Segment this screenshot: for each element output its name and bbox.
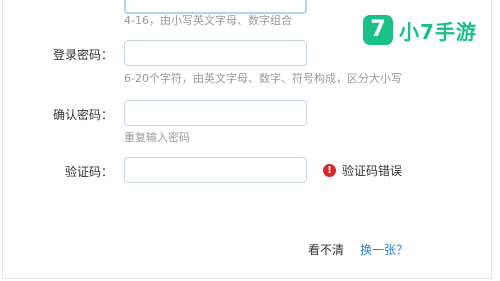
- captcha-label: 验证码：: [64, 165, 113, 179]
- password-hint: 6-20个字符，由英文字母、数字、符号构成，区分大小写: [124, 72, 402, 85]
- cant-see-text: 看不清: [308, 243, 345, 257]
- captcha-error-text: 验证码错误: [342, 164, 403, 178]
- brand-logo: 7 小7手游: [363, 15, 477, 45]
- password-input[interactable]: [124, 40, 307, 66]
- confirm-password-label: 确认密码：: [52, 108, 113, 122]
- captcha-error: ! 验证码错误: [323, 162, 402, 179]
- password-label: 登录密码：: [52, 48, 113, 62]
- username-hint: 4-16，由小写英文字母、数字组合: [124, 14, 292, 27]
- logo-7-icon: 7: [363, 15, 393, 45]
- captcha-input[interactable]: [124, 157, 307, 183]
- confirm-password-input[interactable]: [124, 100, 307, 126]
- confirm-password-hint: 重复输入密码: [124, 131, 190, 144]
- error-icon: !: [323, 164, 336, 177]
- refresh-captcha-link[interactable]: 换一张？: [360, 241, 408, 258]
- brand-name: 小7手游: [399, 19, 477, 44]
